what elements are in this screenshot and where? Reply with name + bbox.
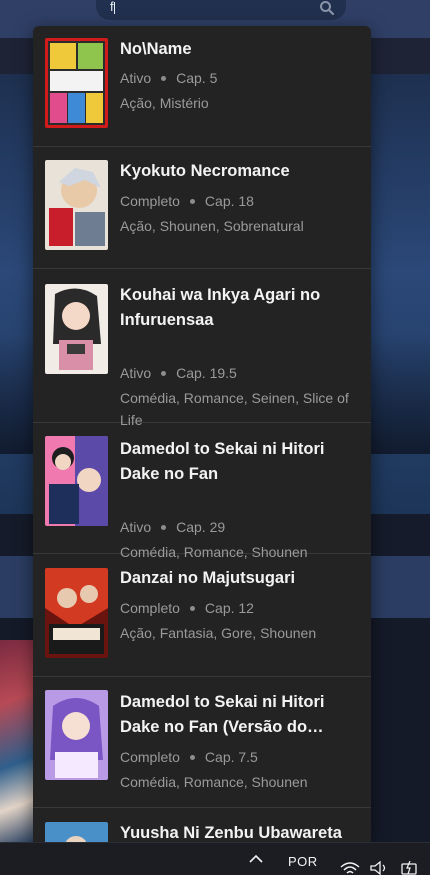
manga-cover-image [45, 38, 108, 128]
system-taskbar: POR [0, 842, 430, 875]
input-language-indicator[interactable]: POR [288, 854, 318, 869]
manga-genres: Comédia, Romance, Shounen [120, 774, 308, 790]
manga-meta: Completo Cap. 12 [120, 598, 254, 618]
manga-cover-image [45, 284, 108, 374]
manga-status: Completo [120, 600, 180, 616]
manga-title: Kyokuto Necromance [120, 162, 290, 180]
manga-meta: Completo Cap. 7.5 [120, 747, 258, 767]
search-text-cursor [114, 2, 115, 14]
manga-genres: Ação, Mistério [120, 95, 209, 111]
separator-dot [161, 75, 167, 81]
volume-icon[interactable] [370, 861, 388, 875]
manga-status: Completo [120, 749, 180, 765]
manga-chapter: Cap. 7.5 [204, 749, 258, 765]
manga-genres: Ação, Shounen, Sobrenatural [120, 218, 304, 234]
manga-title: Danzai no Majutsugari [120, 569, 296, 587]
manga-title: No\Name [120, 40, 192, 58]
search-results-dropdown: No\Name Ativo Cap. 5 Ação, Mistério Kyoku… [33, 26, 371, 842]
manga-chapter: Cap. 5 [176, 70, 218, 86]
search-result-item[interactable]: Damedol to Sekai ni Hitori Dake no Fan A… [33, 423, 371, 560]
search-value: f [110, 0, 114, 14]
search-result-item[interactable]: Damedol to Sekai ni Hitori Dake no Fan (… [33, 677, 371, 808]
manga-meta: Ativo Cap. 29 [120, 517, 225, 537]
manga-title: Damedol to Sekai ni Hitori Dake no Fan (… [120, 693, 325, 736]
search-result-item[interactable]: No\Name Ativo Cap. 5 Ação, Mistério [33, 26, 371, 147]
manga-cover-image [45, 568, 108, 658]
manga-genres: Ação, Fantasia, Gore, Shounen [120, 625, 317, 641]
separator-dot [161, 370, 167, 376]
battery-icon[interactable] [400, 861, 424, 875]
manga-meta: Ativo Cap. 5 [120, 68, 217, 88]
search-result-item[interactable]: Yuusha Ni Zenbu Ubawareta [33, 808, 371, 842]
manga-cover-image [45, 690, 108, 780]
manga-title: Yuusha Ni Zenbu Ubawareta [120, 824, 342, 842]
search-input[interactable]: f [96, 0, 346, 20]
separator-dot [161, 524, 167, 530]
manga-status: Ativo [120, 519, 152, 535]
manga-status: Completo [120, 193, 180, 209]
manga-title: Kouhai wa Inkya Agari no Infuruensaa [120, 286, 321, 329]
manga-status: Ativo [120, 365, 152, 381]
background-artwork [0, 640, 36, 842]
manga-cover-image [45, 822, 108, 842]
search-result-item[interactable]: Kouhai wa Inkya Agari no Infuruensaa Ati… [33, 269, 371, 428]
manga-status: Ativo [120, 70, 152, 86]
manga-meta: Ativo Cap. 19.5 [120, 363, 237, 383]
separator-dot [189, 754, 195, 760]
manga-cover-image [45, 436, 108, 526]
separator-dot [189, 605, 195, 611]
separator-dot [189, 198, 195, 204]
chevron-up-icon[interactable] [248, 853, 264, 865]
search-icon[interactable] [318, 0, 336, 18]
manga-meta: Completo Cap. 18 [120, 191, 254, 211]
manga-chapter: Cap. 12 [204, 600, 254, 616]
manga-chapter: Cap. 19.5 [176, 365, 237, 381]
manga-title: Damedol to Sekai ni Hitori Dake no Fan [120, 440, 325, 483]
manga-cover-image [45, 160, 108, 250]
manga-chapter: Cap. 18 [204, 193, 254, 209]
search-result-item[interactable]: Kyokuto Necromance Completo Cap. 18 Ação,… [33, 147, 371, 269]
search-result-item[interactable]: Danzai no Majutsugari Completo Cap. 12 Aç… [33, 554, 371, 677]
wifi-icon[interactable] [340, 861, 360, 875]
manga-chapter: Cap. 29 [176, 519, 226, 535]
